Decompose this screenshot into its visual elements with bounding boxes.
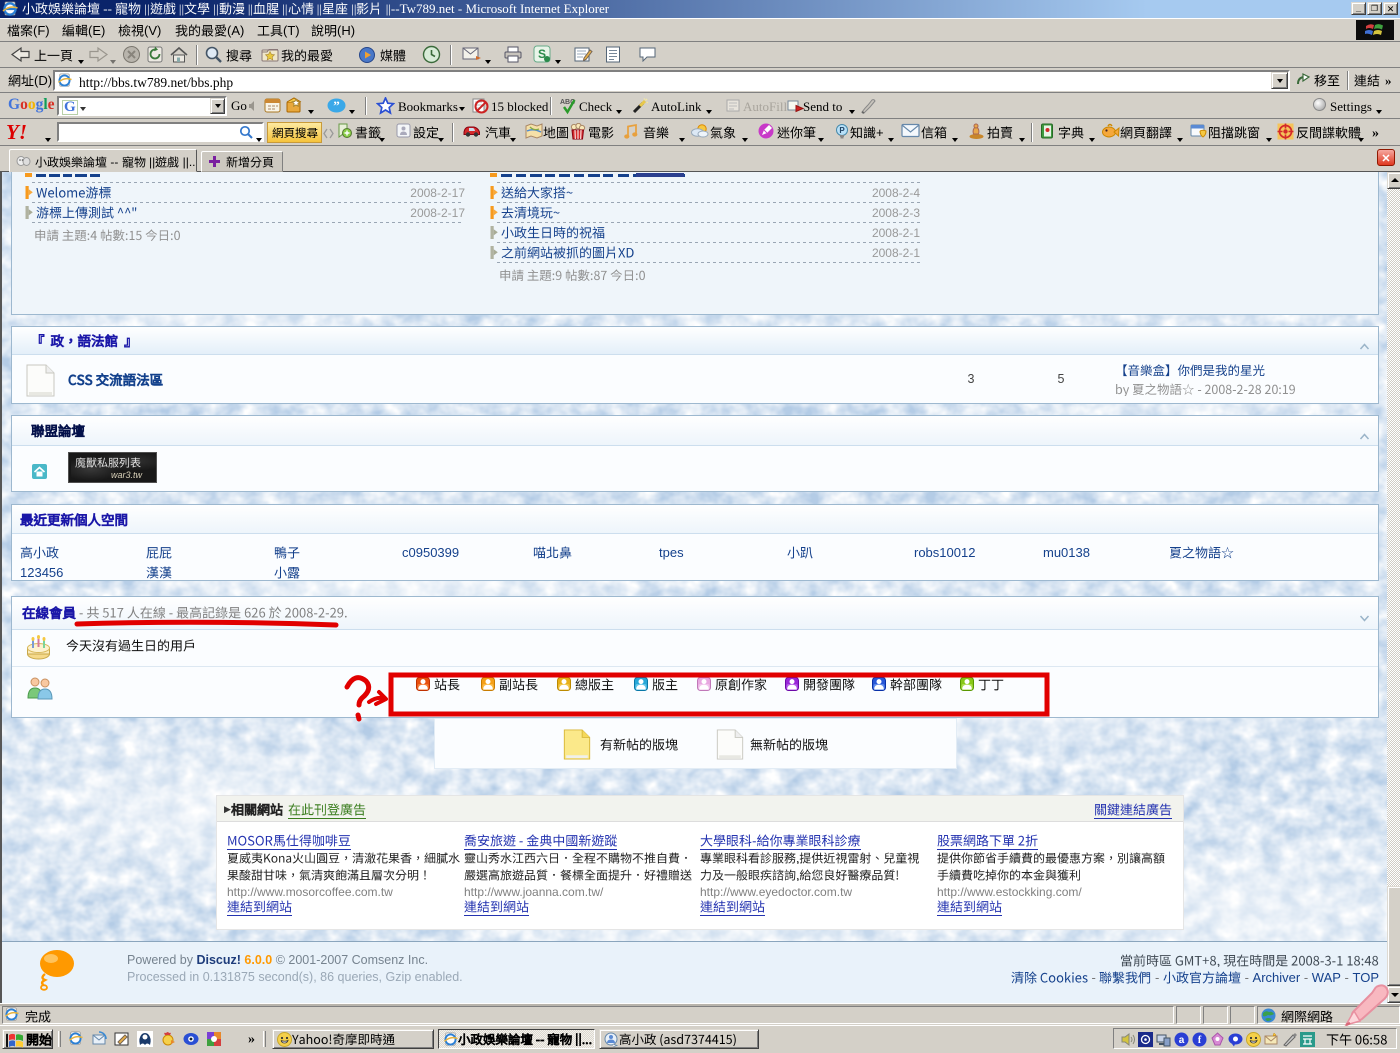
svg-text:”: ” [333,98,340,113]
svg-text:P: P [839,126,845,135]
svg-text:a: a [1179,1035,1185,1046]
